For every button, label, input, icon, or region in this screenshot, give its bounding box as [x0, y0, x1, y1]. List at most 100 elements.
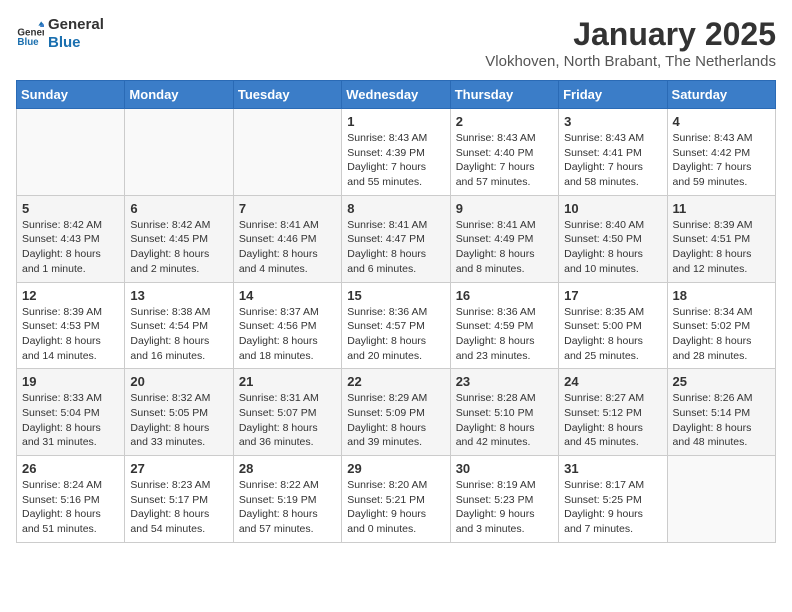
calendar-header: SundayMondayTuesdayWednesdayThursdayFrid…	[17, 81, 776, 109]
calendar-cell: 1 Sunrise: 8:43 AM Sunset: 4:39 PM Daylig…	[342, 109, 450, 196]
day-number: 9	[456, 201, 553, 216]
day-number: 12	[22, 288, 119, 303]
calendar-cell: 12 Sunrise: 8:39 AM Sunset: 4:53 PM Dayli…	[17, 282, 125, 369]
calendar-cell: 20 Sunrise: 8:32 AM Sunset: 5:05 PM Dayli…	[125, 369, 233, 456]
day-info: Sunrise: 8:34 AM Sunset: 5:02 PM Dayligh…	[673, 305, 770, 364]
day-number: 23	[456, 374, 553, 389]
day-number: 7	[239, 201, 336, 216]
day-number: 28	[239, 461, 336, 476]
calendar-cell: 7 Sunrise: 8:41 AM Sunset: 4:46 PM Daylig…	[233, 195, 341, 282]
day-number: 16	[456, 288, 553, 303]
day-info: Sunrise: 8:42 AM Sunset: 4:43 PM Dayligh…	[22, 218, 119, 277]
day-info: Sunrise: 8:23 AM Sunset: 5:17 PM Dayligh…	[130, 478, 227, 537]
calendar-cell: 31 Sunrise: 8:17 AM Sunset: 5:25 PM Dayli…	[559, 456, 667, 543]
day-info: Sunrise: 8:17 AM Sunset: 5:25 PM Dayligh…	[564, 478, 661, 537]
day-info: Sunrise: 8:38 AM Sunset: 4:54 PM Dayligh…	[130, 305, 227, 364]
day-number: 31	[564, 461, 661, 476]
calendar-cell: 29Sunrise: 8:20 AM Sunset: 5:21 PM Dayli…	[342, 456, 450, 543]
calendar-cell: 30 Sunrise: 8:19 AM Sunset: 5:23 PM Dayli…	[450, 456, 558, 543]
day-info: Sunrise: 8:26 AM Sunset: 5:14 PM Dayligh…	[673, 391, 770, 450]
day-of-week-header: Wednesday	[342, 81, 450, 109]
day-number: 4	[673, 114, 770, 129]
calendar-cell: 4 Sunrise: 8:43 AM Sunset: 4:42 PM Daylig…	[667, 109, 775, 196]
calendar-cell: 13 Sunrise: 8:38 AM Sunset: 4:54 PM Dayli…	[125, 282, 233, 369]
day-number: 30	[456, 461, 553, 476]
day-number: 3	[564, 114, 661, 129]
calendar-cell	[17, 109, 125, 196]
day-info: Sunrise: 8:39 AM Sunset: 4:51 PM Dayligh…	[673, 218, 770, 277]
day-info: Sunrise: 8:27 AM Sunset: 5:12 PM Dayligh…	[564, 391, 661, 450]
day-info: Sunrise: 8:43 AM Sunset: 4:39 PM Dayligh…	[347, 131, 444, 190]
day-info: Sunrise: 8:43 AM Sunset: 4:42 PM Dayligh…	[673, 131, 770, 190]
calendar-cell: 22Sunrise: 8:29 AM Sunset: 5:09 PM Dayli…	[342, 369, 450, 456]
calendar-cell: 25Sunrise: 8:26 AM Sunset: 5:14 PM Dayli…	[667, 369, 775, 456]
calendar-cell	[125, 109, 233, 196]
calendar-cell: 17 Sunrise: 8:35 AM Sunset: 5:00 PM Dayli…	[559, 282, 667, 369]
day-number: 11	[673, 201, 770, 216]
calendar-cell: 6 Sunrise: 8:42 AM Sunset: 4:45 PM Daylig…	[125, 195, 233, 282]
calendar-cell: 3Sunrise: 8:43 AM Sunset: 4:41 PM Daylig…	[559, 109, 667, 196]
day-info: Sunrise: 8:31 AM Sunset: 5:07 PM Dayligh…	[239, 391, 336, 450]
title-block: January 2025 Vlokhoven, North Brabant, T…	[485, 16, 776, 70]
calendar-cell: 18 Sunrise: 8:34 AM Sunset: 5:02 PM Dayli…	[667, 282, 775, 369]
day-info: Sunrise: 8:42 AM Sunset: 4:45 PM Dayligh…	[130, 218, 227, 277]
day-info: Sunrise: 8:35 AM Sunset: 5:00 PM Dayligh…	[564, 305, 661, 364]
calendar-table: SundayMondayTuesdayWednesdayThursdayFrid…	[16, 80, 776, 543]
day-info: Sunrise: 8:43 AM Sunset: 4:40 PM Dayligh…	[456, 131, 553, 190]
calendar-cell: 24 Sunrise: 8:27 AM Sunset: 5:12 PM Dayli…	[559, 369, 667, 456]
day-number: 6	[130, 201, 227, 216]
day-number: 21	[239, 374, 336, 389]
calendar-week-row: 19Sunrise: 8:33 AM Sunset: 5:04 PM Dayli…	[17, 369, 776, 456]
day-info: Sunrise: 8:40 AM Sunset: 4:50 PM Dayligh…	[564, 218, 661, 277]
day-info: Sunrise: 8:37 AM Sunset: 4:56 PM Dayligh…	[239, 305, 336, 364]
day-number: 20	[130, 374, 227, 389]
day-number: 15	[347, 288, 444, 303]
page-header: General Blue GeneralBlue January 2025 Vl…	[16, 16, 776, 70]
day-number: 18	[673, 288, 770, 303]
calendar-cell: 15 Sunrise: 8:36 AM Sunset: 4:57 PM Dayli…	[342, 282, 450, 369]
day-info: Sunrise: 8:41 AM Sunset: 4:46 PM Dayligh…	[239, 218, 336, 277]
day-number: 1	[347, 114, 444, 129]
calendar-cell: 21 Sunrise: 8:31 AM Sunset: 5:07 PM Dayli…	[233, 369, 341, 456]
day-number: 27	[130, 461, 227, 476]
calendar-cell: 5 Sunrise: 8:42 AM Sunset: 4:43 PM Daylig…	[17, 195, 125, 282]
day-number: 26	[22, 461, 119, 476]
day-number: 8	[347, 201, 444, 216]
calendar-cell: 16Sunrise: 8:36 AM Sunset: 4:59 PM Dayli…	[450, 282, 558, 369]
month-title: January 2025	[485, 16, 776, 53]
logo: General Blue GeneralBlue	[16, 16, 104, 52]
day-info: Sunrise: 8:19 AM Sunset: 5:23 PM Dayligh…	[456, 478, 553, 537]
day-info: Sunrise: 8:36 AM Sunset: 4:57 PM Dayligh…	[347, 305, 444, 364]
day-info: Sunrise: 8:20 AM Sunset: 5:21 PM Dayligh…	[347, 478, 444, 537]
day-info: Sunrise: 8:39 AM Sunset: 4:53 PM Dayligh…	[22, 305, 119, 364]
logo-text: GeneralBlue	[48, 16, 104, 52]
calendar-cell: 23Sunrise: 8:28 AM Sunset: 5:10 PM Dayli…	[450, 369, 558, 456]
day-number: 2	[456, 114, 553, 129]
calendar-cell: 8Sunrise: 8:41 AM Sunset: 4:47 PM Daylig…	[342, 195, 450, 282]
day-of-week-header: Thursday	[450, 81, 558, 109]
day-info: Sunrise: 8:41 AM Sunset: 4:49 PM Dayligh…	[456, 218, 553, 277]
day-number: 5	[22, 201, 119, 216]
calendar-cell: 11 Sunrise: 8:39 AM Sunset: 4:51 PM Dayli…	[667, 195, 775, 282]
calendar-week-row: 1 Sunrise: 8:43 AM Sunset: 4:39 PM Daylig…	[17, 109, 776, 196]
day-info: Sunrise: 8:32 AM Sunset: 5:05 PM Dayligh…	[130, 391, 227, 450]
location-title: Vlokhoven, North Brabant, The Netherland…	[485, 53, 776, 70]
calendar-cell: 9 Sunrise: 8:41 AM Sunset: 4:49 PM Daylig…	[450, 195, 558, 282]
calendar-week-row: 26Sunrise: 8:24 AM Sunset: 5:16 PM Dayli…	[17, 456, 776, 543]
calendar-cell: 10 Sunrise: 8:40 AM Sunset: 4:50 PM Dayli…	[559, 195, 667, 282]
day-number: 24	[564, 374, 661, 389]
calendar-cell	[667, 456, 775, 543]
day-of-week-header: Saturday	[667, 81, 775, 109]
day-number: 22	[347, 374, 444, 389]
calendar-cell: 28Sunrise: 8:22 AM Sunset: 5:19 PM Dayli…	[233, 456, 341, 543]
day-number: 13	[130, 288, 227, 303]
svg-text:Blue: Blue	[17, 37, 39, 48]
day-number: 10	[564, 201, 661, 216]
calendar-cell: 19Sunrise: 8:33 AM Sunset: 5:04 PM Dayli…	[17, 369, 125, 456]
day-number: 17	[564, 288, 661, 303]
day-info: Sunrise: 8:33 AM Sunset: 5:04 PM Dayligh…	[22, 391, 119, 450]
logo-icon: General Blue	[16, 20, 44, 48]
calendar-week-row: 12 Sunrise: 8:39 AM Sunset: 4:53 PM Dayli…	[17, 282, 776, 369]
calendar-cell: 14Sunrise: 8:37 AM Sunset: 4:56 PM Dayli…	[233, 282, 341, 369]
calendar-cell: 26Sunrise: 8:24 AM Sunset: 5:16 PM Dayli…	[17, 456, 125, 543]
